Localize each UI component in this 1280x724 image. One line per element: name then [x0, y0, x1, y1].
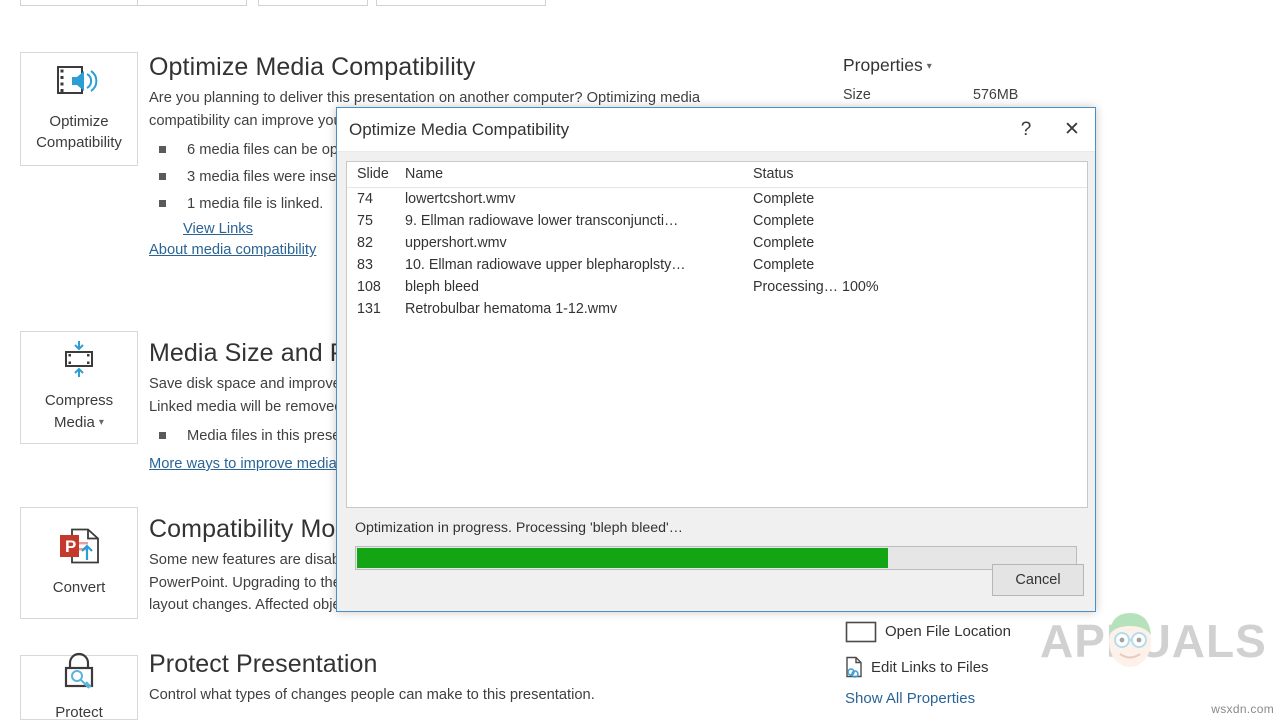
show-all-properties-link[interactable]: Show All Properties	[845, 690, 975, 707]
property-row: Size576MB	[843, 85, 1263, 106]
table-row[interactable]: 131Retrobulbar hematoma 1-12.wmv	[347, 298, 1087, 320]
media-row-name: 10. Ellman radiowave upper blepharoplsty…	[405, 254, 745, 276]
media-row-status: Complete	[745, 254, 1087, 276]
properties-heading-label: Properties	[843, 55, 923, 75]
mascot-icon	[1092, 602, 1168, 674]
svg-text:P: P	[65, 537, 76, 556]
section-title: Protect Presentation	[149, 649, 849, 680]
chevron-down-icon[interactable]: ▾	[927, 61, 932, 72]
property-key: Size	[843, 85, 973, 106]
media-files-table-container[interactable]: Slide Name Status 74lowertcshort.wmvComp…	[346, 161, 1088, 508]
media-row-name: lowertcshort.wmv	[405, 188, 745, 211]
media-row-name: uppershort.wmv	[405, 232, 745, 254]
help-icon[interactable]: ?	[1003, 108, 1049, 152]
command-button-optimize[interactable]: OptimizeCompatibility	[20, 52, 138, 166]
edit-links-icon	[845, 656, 863, 678]
media-files-table: Slide Name Status 74lowertcshort.wmvComp…	[347, 162, 1087, 320]
media-row-slide: 131	[347, 298, 405, 320]
command-button-label-line2-text: Compatibility	[36, 134, 122, 151]
command-button-convert[interactable]: P Convert	[20, 507, 138, 619]
media-row-name: 9. Ellman radiowave lower transconjuncti…	[405, 210, 745, 232]
dialog-footer: Cancel	[337, 549, 1095, 611]
section-title: Optimize Media Compatibility	[149, 52, 849, 83]
media-files-table-body: 74lowertcshort.wmvComplete759. Ellman ra…	[347, 188, 1087, 321]
section-footer-link[interactable]: About media compatibility	[149, 242, 316, 258]
column-header-name[interactable]: Name	[405, 162, 745, 188]
property-value: 576MB	[973, 85, 1263, 106]
media-row-slide: 83	[347, 254, 405, 276]
command-button-label-line1: Compress	[45, 390, 113, 412]
properties-heading[interactable]: Properties ▾	[843, 55, 1263, 76]
table-row[interactable]: 8310. Ellman radiowave upper blepharopls…	[347, 254, 1087, 276]
view-links-link[interactable]: View Links	[183, 221, 253, 237]
media-row-status: Processing… 100%	[745, 276, 1087, 298]
command-button-label-line1: Convert	[53, 577, 106, 599]
section-body: Control what types of changes people can…	[149, 684, 779, 706]
compress-media-icon	[59, 341, 99, 384]
media-row-slide: 74	[347, 188, 405, 211]
close-icon[interactable]: ✕	[1049, 108, 1095, 152]
media-row-slide: 75	[347, 210, 405, 232]
top-nav-stub-strip	[0, 0, 1280, 8]
column-header-slide[interactable]: Slide	[347, 162, 405, 188]
command-button-label-line2-text: Media	[54, 414, 95, 431]
command-button-protect[interactable]: Protect	[20, 655, 138, 720]
media-row-name: Retrobulbar hematoma 1-12.wmv	[405, 298, 745, 320]
table-row[interactable]: 759. Ellman radiowave lower transconjunc…	[347, 210, 1087, 232]
cancel-button[interactable]: Cancel	[992, 564, 1084, 596]
nav-stub-2[interactable]	[137, 0, 247, 6]
table-row[interactable]: 82uppershort.wmvComplete	[347, 232, 1087, 254]
media-row-name: bleph bleed	[405, 276, 745, 298]
optimize-compatibility-icon	[56, 64, 102, 105]
media-row-status: Complete	[745, 188, 1087, 211]
dialog-body: Slide Name Status 74lowertcshort.wmvComp…	[337, 152, 1095, 570]
table-row[interactable]: 74lowertcshort.wmvComplete	[347, 188, 1087, 211]
table-header-row: Slide Name Status	[347, 162, 1087, 188]
media-files-table-header: Slide Name Status	[347, 162, 1087, 188]
dialog-titlebar: Optimize Media Compatibility ? ✕	[337, 108, 1095, 152]
site-tag-text: wsxdn.com	[1211, 702, 1274, 716]
media-row-status	[745, 298, 1087, 320]
edit-links-to-files-label: Edit Links to Files	[871, 659, 989, 676]
command-button-label-line2: Media ▾	[54, 412, 104, 434]
nav-stub-3[interactable]	[258, 0, 368, 6]
nav-stub-4[interactable]	[376, 0, 546, 6]
open-file-location-label: Open File Location	[885, 623, 1011, 640]
media-row-slide: 82	[347, 232, 405, 254]
table-row[interactable]: 108bleph bleedProcessing… 100%	[347, 276, 1087, 298]
command-button-label-line2: Compatibility	[36, 132, 122, 154]
media-row-status: Complete	[745, 232, 1087, 254]
optimize-media-compatibility-dialog: Optimize Media Compatibility ? ✕ Slide N…	[336, 107, 1096, 612]
properties-pane: Properties▾ Size576MBPMNiamtuNiamtu	[843, 55, 1263, 90]
protect-icon	[56, 651, 102, 696]
command-button-label-line1: Protect	[55, 702, 103, 724]
optimization-status-text: Optimization in progress. Processing 'bl…	[355, 520, 1086, 536]
command-button-label-line1: Optimize	[49, 111, 108, 133]
media-row-status: Complete	[745, 210, 1087, 232]
nav-stub-1[interactable]	[20, 0, 138, 6]
command-button-compress[interactable]: Compress Media ▾	[20, 331, 138, 444]
dialog-title: Optimize Media Compatibility	[337, 120, 1003, 140]
folder-icon	[845, 618, 877, 644]
info-section: Protect Presentation Control what types o…	[149, 649, 849, 707]
convert-icon: P	[56, 528, 102, 571]
media-row-slide: 108	[347, 276, 405, 298]
column-header-status[interactable]: Status	[745, 162, 1087, 188]
chevron-down-icon[interactable]: ▾	[99, 416, 104, 431]
